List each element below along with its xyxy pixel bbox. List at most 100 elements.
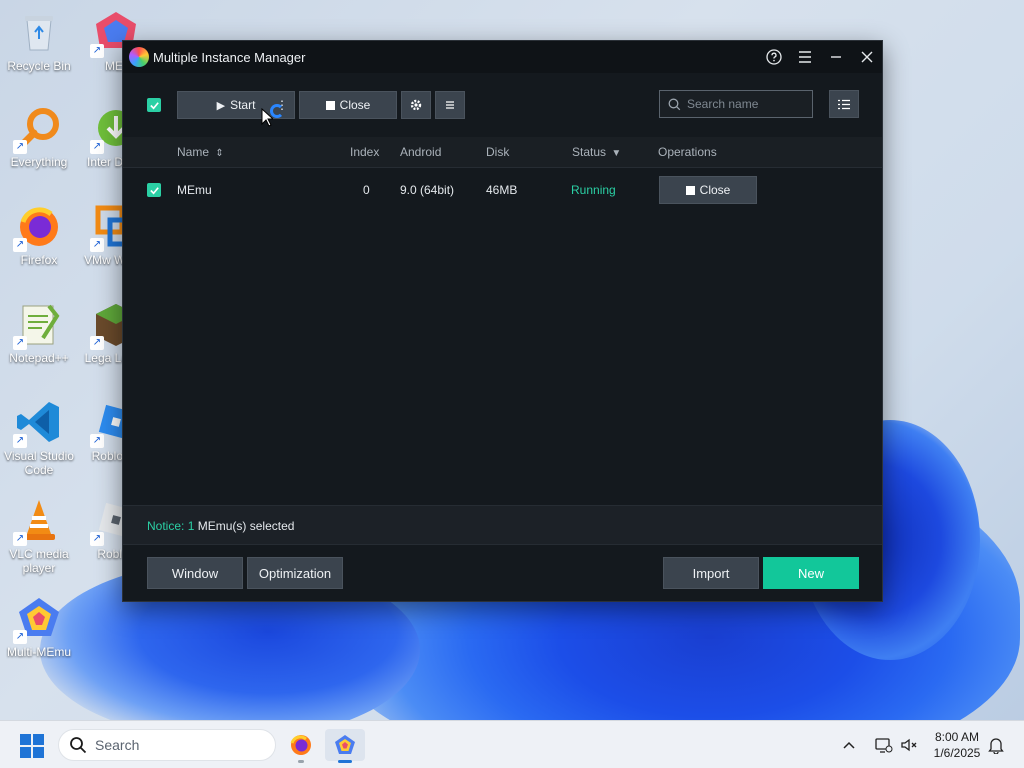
window-button[interactable]: Window (147, 557, 243, 589)
stop-icon (325, 100, 335, 110)
new-button[interactable]: New (763, 557, 859, 589)
column-status-header[interactable]: Status ▼ (572, 137, 621, 168)
title-bar[interactable]: Multiple Instance Manager (123, 41, 882, 73)
shortcut-arrow-icon: ↗ (13, 238, 27, 252)
instance-close-button[interactable]: Close (659, 176, 757, 204)
row-checkbox[interactable] (147, 183, 161, 197)
settings-button[interactable] (401, 91, 431, 119)
stop-icon (685, 185, 695, 195)
shortcut-arrow-icon: ↗ (90, 532, 104, 546)
close-all-button[interactable]: Close (299, 91, 397, 119)
shortcut-arrow-icon: ↗ (90, 434, 104, 448)
desktop-icon-label: Notepad++ (9, 351, 69, 365)
shortcut-arrow-icon: ↗ (90, 238, 104, 252)
column-status-label: Status (572, 145, 607, 159)
close-window-icon[interactable] (851, 41, 882, 73)
notepadpp-icon: ↗ (13, 300, 63, 350)
list-view-icon (838, 99, 850, 109)
firefox-icon: ↗ (13, 202, 63, 252)
close-all-label: Close (339, 98, 371, 112)
desktop-icon-firefox[interactable]: ↗ Firefox (1, 202, 77, 267)
clock[interactable]: 8:00 AM 1/6/2025 (926, 729, 988, 761)
search-icon (668, 98, 681, 110)
notice-text: MEmu(s) selected (197, 519, 295, 533)
instance-disk: 46MB (486, 183, 518, 197)
play-icon: ▶ (216, 99, 226, 112)
search-box[interactable] (659, 90, 813, 118)
notification-bell-icon[interactable] (988, 721, 1004, 768)
search-icon (70, 737, 87, 754)
column-index-header: Index (350, 145, 380, 159)
desktop-icon-notepadpp[interactable]: ↗ Notepad++ (1, 300, 77, 365)
optimization-button[interactable]: Optimization (247, 557, 343, 589)
start-label: Start (230, 98, 256, 112)
column-name-header[interactable]: Name ⇕ (177, 137, 224, 168)
multi-memu-icon (335, 735, 355, 754)
table-header: Name ⇕ Index Android Disk Status ▼ Opera… (123, 137, 882, 168)
import-button[interactable]: Import (663, 557, 759, 589)
menu-icon[interactable] (789, 41, 820, 73)
desktop-icon-multi-memu[interactable]: ↗ Multi-MEmu (1, 594, 77, 659)
batch-menu-button[interactable] (435, 91, 465, 119)
desktop-icon-label: Recycle Bin (7, 59, 71, 73)
search-input[interactable] (687, 97, 805, 111)
start-menu-button[interactable] (20, 734, 44, 758)
shortcut-arrow-icon: ↗ (13, 630, 27, 644)
shortcut-arrow-icon: ↗ (13, 336, 27, 350)
instance-index: 0 (363, 183, 370, 197)
desktop-icon-label: Multi-MEmu (6, 645, 71, 659)
shortcut-arrow-icon: ↗ (90, 140, 104, 154)
start-button[interactable]: ▶ Start ⋮ (177, 91, 295, 119)
footer: Window Optimization Import New (123, 545, 882, 601)
volume-muted-icon[interactable] (900, 721, 918, 768)
desktop-icon-everything[interactable]: ↗ Everything (1, 104, 77, 169)
clock-time: 8:00 AM (934, 730, 980, 744)
column-android-header: Android (400, 145, 442, 159)
recycle-bin-icon (15, 8, 63, 56)
desktop-icon-label: Firefox (20, 253, 58, 267)
vlc-cone-icon: ↗ (13, 496, 63, 546)
instance-name: MEmu (177, 183, 212, 197)
help-icon[interactable] (758, 41, 789, 73)
taskbar: Search 8:00 AM 1/6/2025 (0, 720, 1024, 768)
list-view-button[interactable] (829, 90, 859, 118)
taskbar-firefox[interactable] (281, 729, 321, 763)
firefox-icon (290, 735, 311, 755)
shortcut-arrow-icon: ↗ (13, 532, 27, 546)
table-row[interactable]: MEmu 0 9.0 (64bit) 46MB Running Close (123, 168, 882, 212)
shortcut-arrow-icon: ↗ (90, 44, 104, 58)
instance-close-label: Close (699, 183, 731, 197)
filter-icon[interactable]: ▼ (611, 148, 621, 159)
desktop-icon-label: Visual Studio Code (4, 449, 74, 477)
running-indicator (298, 760, 304, 763)
desktop-icon-recycle-bin[interactable]: Recycle Bin (1, 8, 77, 73)
list-menu-icon (446, 101, 454, 109)
instance-android: 9.0 (64bit) (400, 183, 455, 197)
minimize-icon[interactable] (820, 41, 851, 73)
multi-memu-icon: ↗ (13, 594, 63, 644)
column-name-label: Name (177, 145, 210, 159)
tray-chevron-icon[interactable] (842, 721, 856, 768)
shortcut-arrow-icon: ↗ (13, 140, 27, 154)
column-operations-header: Operations (658, 145, 717, 159)
gear-icon (410, 99, 422, 111)
shortcut-arrow-icon: ↗ (90, 336, 104, 350)
column-disk-header: Disk (486, 145, 510, 159)
notice-bar: Notice: 1 MEmu(s) selected (123, 505, 882, 545)
taskbar-multi-memu[interactable] (325, 729, 365, 763)
active-indicator (338, 760, 352, 763)
select-all-checkbox[interactable] (147, 98, 161, 112)
shortcut-arrow-icon: ↗ (13, 434, 27, 448)
magnifier-icon: ↗ (13, 104, 63, 154)
clock-date: 1/6/2025 (933, 746, 981, 760)
desktop-icon-vlc[interactable]: ↗ VLC media player (1, 496, 77, 575)
desktop-icon-label: Everything (10, 155, 68, 169)
notice-label: Notice: (147, 519, 185, 533)
app-logo-icon (129, 47, 149, 67)
taskbar-search-box[interactable]: Search (58, 729, 276, 761)
desktop-icon-vscode[interactable]: ↗ Visual Studio Code (1, 398, 77, 477)
network-icon[interactable] (873, 721, 893, 768)
instance-status: Running (571, 183, 616, 197)
vscode-icon: ↗ (13, 398, 63, 448)
taskbar-search-label: Search (95, 737, 140, 753)
